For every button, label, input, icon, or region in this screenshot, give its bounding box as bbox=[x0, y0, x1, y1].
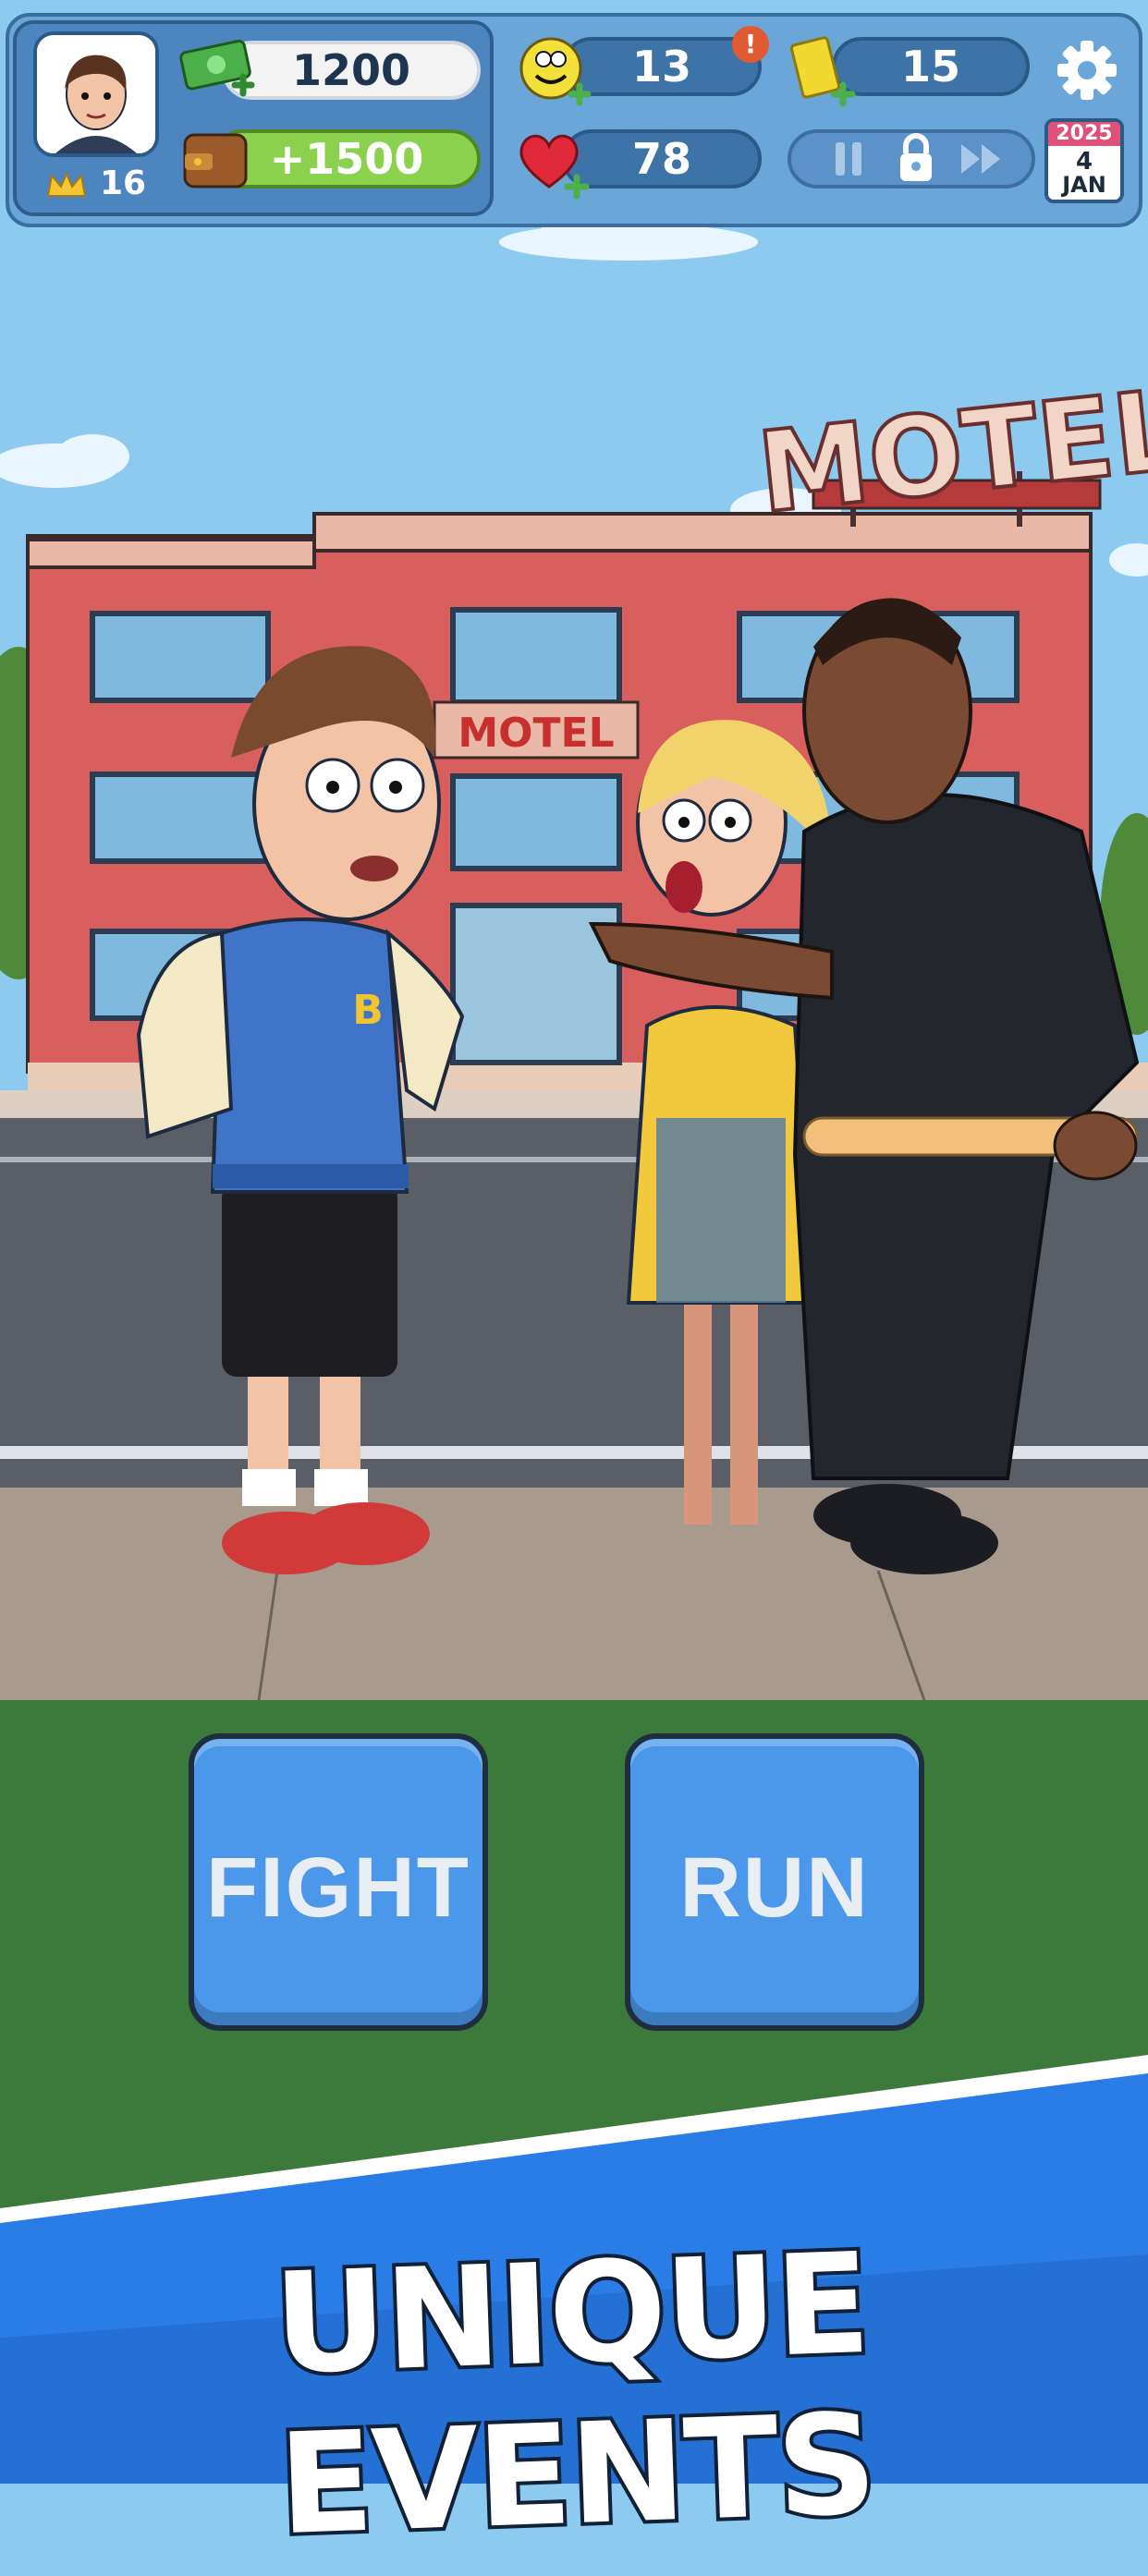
avatar[interactable] bbox=[33, 31, 159, 157]
calendar-month: JAN bbox=[1062, 172, 1106, 198]
crown-icon bbox=[46, 171, 87, 197]
facade-motel-sign: MOTEL bbox=[458, 710, 614, 757]
happiness-alert-badge[interactable]: ! bbox=[732, 26, 769, 63]
game-scene: MOTEL MOTEL B bbox=[0, 0, 1148, 2484]
cash-icon[interactable] bbox=[179, 37, 259, 103]
pause-icon[interactable] bbox=[828, 137, 869, 181]
health-display: 78 bbox=[562, 129, 762, 188]
cash-display: 1200 bbox=[222, 41, 481, 100]
smiley-face-icon[interactable] bbox=[516, 33, 593, 107]
wallet-icon bbox=[183, 133, 248, 188]
tickets-display: 15 bbox=[832, 37, 1030, 96]
calendar-year: 2025 bbox=[1048, 122, 1120, 146]
ticket-icon[interactable] bbox=[784, 33, 861, 107]
heart-icon[interactable] bbox=[514, 122, 592, 200]
calendar-day: 4 bbox=[1075, 148, 1093, 176]
fast-forward-icon[interactable] bbox=[958, 140, 1008, 177]
sidewalk bbox=[0, 1488, 1148, 1700]
promo-banner-title: UNIQUE EVENTS bbox=[268, 2220, 882, 2570]
avatar-portrait-icon bbox=[37, 35, 155, 153]
settings-gear-icon[interactable] bbox=[1054, 37, 1120, 103]
run-button[interactable]: RUN bbox=[625, 1733, 924, 2031]
lock-icon[interactable] bbox=[893, 129, 939, 187]
player-level: 16 bbox=[100, 164, 147, 202]
calendar-date[interactable]: 2025 4 JAN bbox=[1044, 118, 1124, 203]
fight-button[interactable]: FIGHT bbox=[189, 1733, 488, 2031]
jacket-letter: B bbox=[352, 987, 384, 1034]
